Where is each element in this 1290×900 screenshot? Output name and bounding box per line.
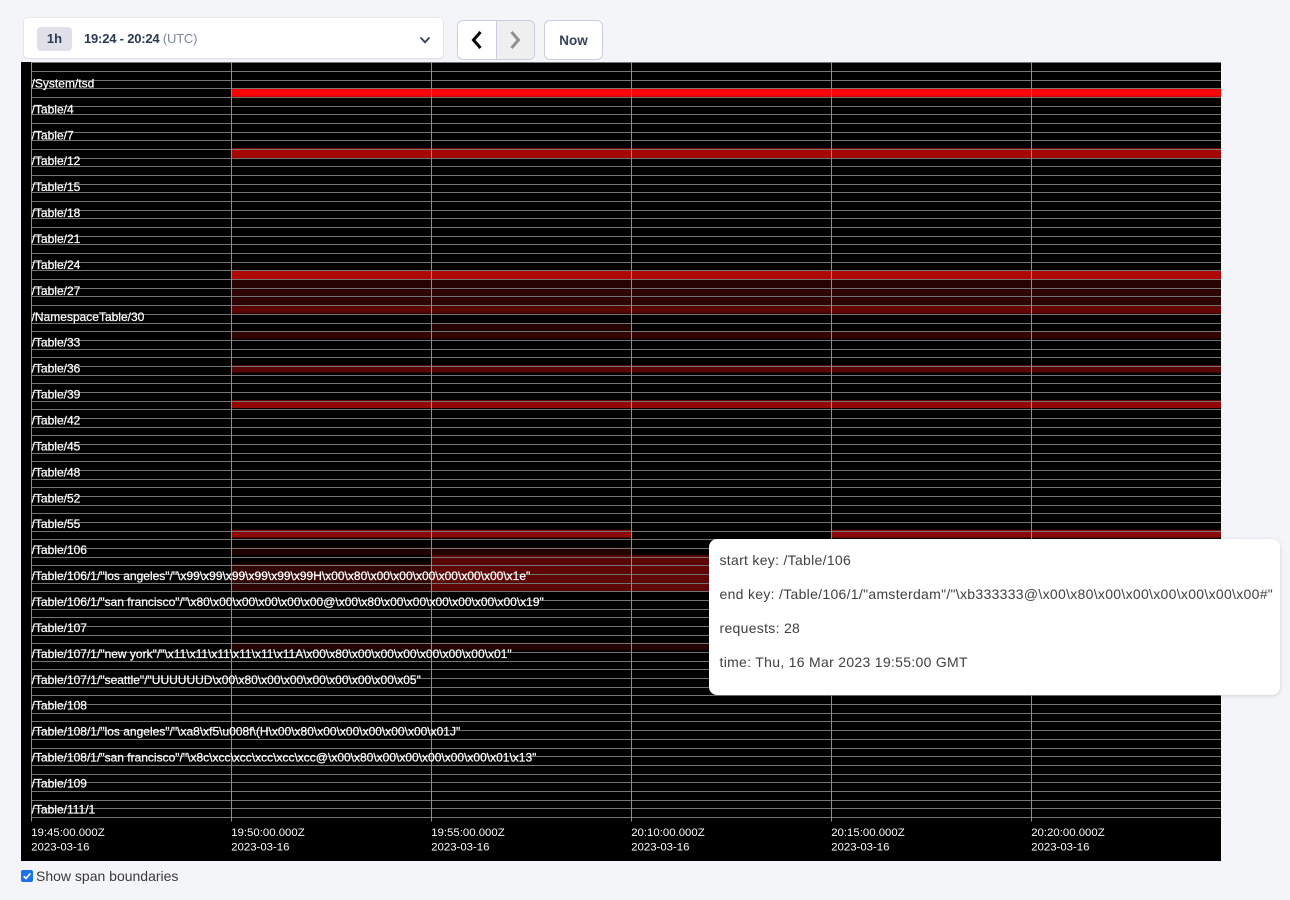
svg-text:/Table/21: /Table/21 (32, 231, 81, 245)
svg-text:/Table/108/1/"los angeles"/"\x: /Table/108/1/"los angeles"/"\xa8\xf5\u00… (32, 724, 461, 738)
svg-text:/Table/106/1/"los angeles"/"\x: /Table/106/1/"los angeles"/"\x99\x99\x99… (32, 569, 531, 583)
svg-text:/Table/48: /Table/48 (32, 465, 81, 479)
svg-text:2023-03-16: 2023-03-16 (631, 841, 689, 853)
svg-text:19:55:00.000Z: 19:55:00.000Z (431, 826, 505, 838)
svg-text:/Table/111/1: /Table/111/1 (32, 802, 96, 816)
svg-text:/Table/106: /Table/106 (32, 543, 88, 557)
svg-text:/Table/42: /Table/42 (32, 413, 81, 427)
svg-text:/Table/107: /Table/107 (32, 620, 88, 634)
svg-text:/Table/15: /Table/15 (32, 180, 81, 194)
svg-text:20:10:00.000Z: 20:10:00.000Z (631, 826, 705, 838)
svg-text:/Table/109: /Table/109 (32, 776, 88, 790)
svg-text:/Table/107/1/"new york"/"\x11\: /Table/107/1/"new york"/"\x11\x11\x11\x1… (32, 646, 512, 660)
svg-text:/NamespaceTable/30: /NamespaceTable/30 (32, 309, 145, 323)
svg-text:20:15:00.000Z: 20:15:00.000Z (831, 826, 905, 838)
svg-text:/Table/52: /Table/52 (32, 491, 81, 505)
svg-text:2023-03-16: 2023-03-16 (31, 841, 89, 853)
svg-text:/Table/45: /Table/45 (32, 439, 81, 453)
svg-text:/System/tsd: /System/tsd (32, 76, 95, 90)
svg-text:/Table/18: /Table/18 (32, 206, 81, 220)
svg-text:20:20:00.000Z: 20:20:00.000Z (1031, 826, 1105, 838)
svg-text:/Table/39: /Table/39 (32, 387, 81, 401)
svg-text:19:50:00.000Z: 19:50:00.000Z (231, 826, 305, 838)
svg-text:/Table/106/1/"san francisco"/": /Table/106/1/"san francisco"/"\x80\x00\x… (32, 595, 544, 609)
svg-text:/Table/108: /Table/108 (32, 698, 88, 712)
svg-text:/Table/55: /Table/55 (32, 517, 81, 531)
svg-text:2023-03-16: 2023-03-16 (231, 841, 289, 853)
svg-text:/Table/33: /Table/33 (32, 335, 81, 349)
svg-text:/Table/12: /Table/12 (32, 154, 81, 168)
svg-text:19:45:00.000Z: 19:45:00.000Z (31, 826, 105, 838)
svg-text:/Table/24: /Table/24 (32, 257, 81, 271)
svg-text:/Table/36: /Table/36 (32, 361, 81, 375)
svg-text:/Table/27: /Table/27 (32, 283, 81, 297)
svg-text:/Table/7: /Table/7 (32, 128, 74, 142)
svg-text:/Table/108/1/"san francisco"/": /Table/108/1/"san francisco"/"\x8c\xcc\x… (32, 750, 537, 764)
svg-text:2023-03-16: 2023-03-16 (831, 841, 889, 853)
svg-text:2023-03-16: 2023-03-16 (431, 841, 489, 853)
svg-text:2023-03-16: 2023-03-16 (1031, 841, 1089, 853)
svg-text:/Table/107/1/"seattle"/"UUUUUU: /Table/107/1/"seattle"/"UUUUUUD\x00\x80\… (32, 672, 421, 686)
svg-text:/Table/4: /Table/4 (32, 102, 74, 116)
